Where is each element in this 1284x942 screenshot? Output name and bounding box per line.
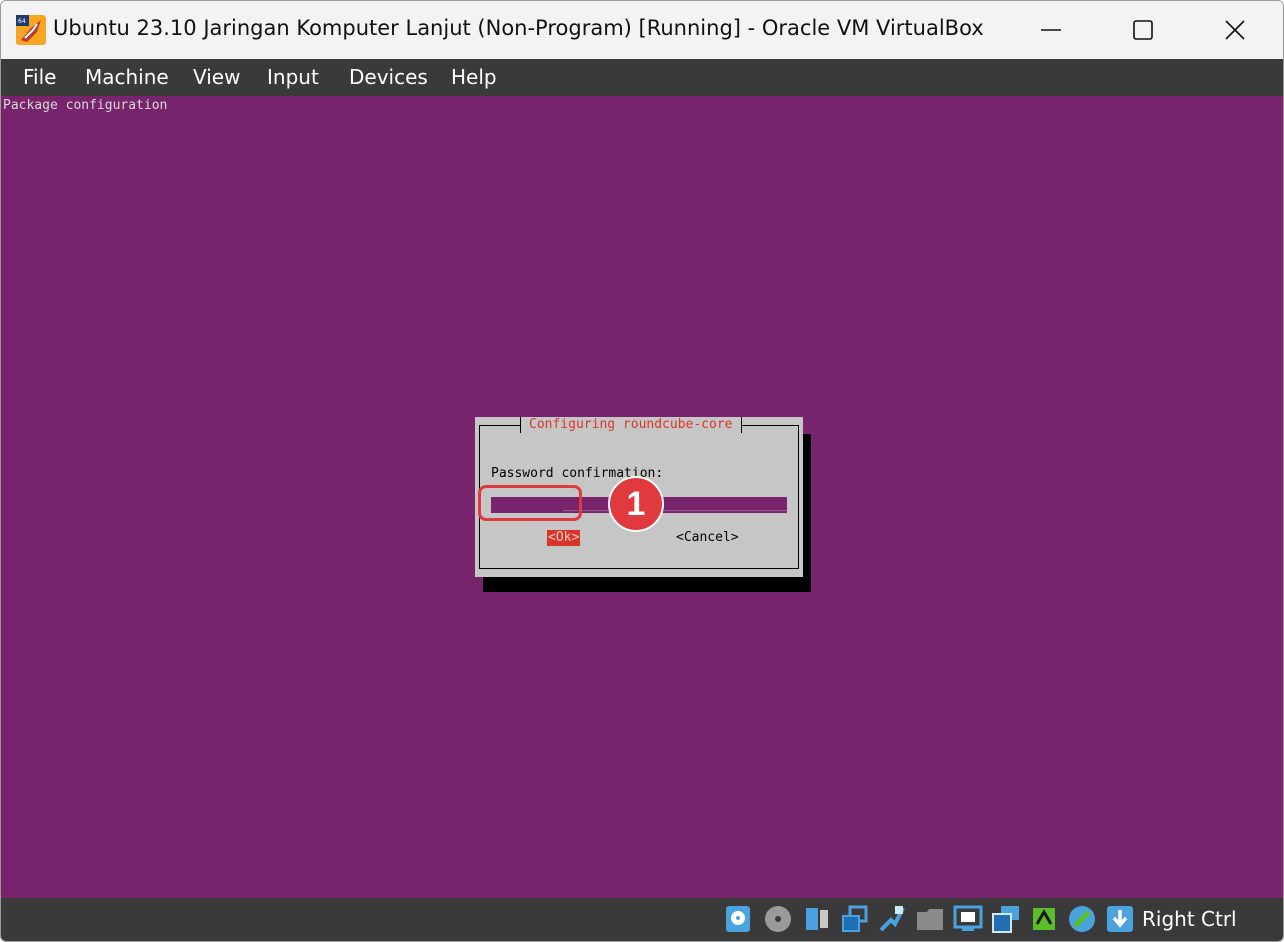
annotation-highlight-box [478, 485, 582, 521]
minimize-button[interactable] [1005, 1, 1097, 59]
menu-help[interactable]: Help [451, 64, 497, 90]
shared-folders-icon[interactable] [915, 904, 945, 934]
cpu-icon[interactable] [1029, 904, 1059, 934]
usb-icon[interactable] [877, 904, 907, 934]
step-number-badge: 1 [608, 476, 664, 532]
optical-drive-icon[interactable] [763, 904, 793, 934]
keyboard-capture-icon[interactable] [1105, 904, 1135, 934]
menu-machine[interactable]: Machine [85, 64, 169, 90]
console-header: Package configuration [3, 98, 168, 113]
menu-view[interactable]: View [193, 64, 240, 90]
mouse-integration-icon[interactable] [1067, 904, 1097, 934]
virtualbox-app-icon: 64 [16, 15, 46, 45]
password-field-fill: _____________________________ [563, 497, 787, 512]
display-icon[interactable] [953, 904, 983, 934]
recording-icon[interactable] [991, 904, 1021, 934]
audio-icon[interactable] [802, 904, 832, 934]
close-button[interactable] [1189, 1, 1281, 59]
close-icon [1225, 20, 1245, 40]
maximize-icon [1133, 20, 1153, 40]
menu-bar: File Machine View Input Devices Help [1, 59, 1283, 96]
network-icon[interactable] [840, 904, 870, 934]
title-bar[interactable]: 64 Ubuntu 23.10 Jaringan Komputer Lanjut… [1, 1, 1283, 59]
ok-button[interactable]: <Ok> [547, 530, 581, 546]
minimize-icon [1041, 29, 1061, 31]
status-bar: Right Ctrl [1, 898, 1283, 941]
cancel-button[interactable]: <Cancel> [676, 530, 739, 546]
menu-file[interactable]: File [23, 64, 56, 90]
maximize-button[interactable] [1097, 1, 1189, 59]
host-key-label: Right Ctrl [1142, 907, 1237, 931]
hard-disk-icon[interactable] [723, 904, 753, 934]
menu-devices[interactable]: Devices [349, 64, 428, 90]
svg-text:64: 64 [18, 18, 26, 25]
menu-input[interactable]: Input [267, 64, 319, 90]
window-title: Ubuntu 23.10 Jaringan Komputer Lanjut (N… [53, 16, 984, 40]
virtualbox-window: 64 Ubuntu 23.10 Jaringan Komputer Lanjut… [0, 0, 1284, 942]
dialog-title: Configuring roundcube-core [520, 417, 742, 433]
